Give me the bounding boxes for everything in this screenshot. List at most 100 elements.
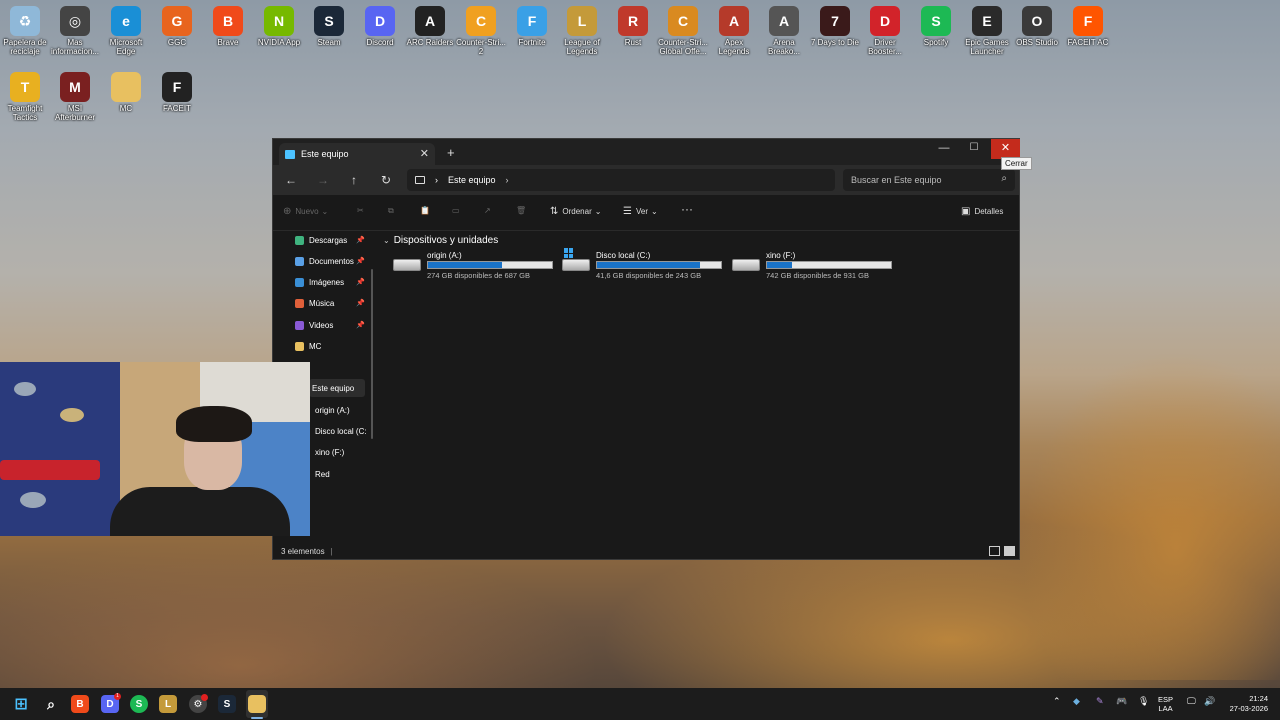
- desktop-icon[interactable]: F FACEIT AC: [1063, 0, 1113, 47]
- more-options-icon[interactable]: ···: [681, 202, 693, 216]
- drive-tile[interactable]: origin (A:) 274 GB disponibles de 687 GB: [393, 251, 563, 281]
- windows-logo-icon: [564, 248, 574, 258]
- view-button[interactable]: ☰ Ver ⌄: [623, 206, 658, 217]
- close-tab-icon[interactable]: ✕: [420, 147, 429, 160]
- nav-item[interactable]: Descargas 📌: [273, 231, 367, 249]
- brave-icon[interactable]: B: [71, 695, 89, 713]
- steam-icon[interactable]: S: [218, 695, 236, 713]
- navigation-scrollbar[interactable]: [371, 269, 373, 439]
- back-arrow-icon[interactable]: ←: [283, 172, 299, 188]
- close-window-button[interactable]: ✕: [991, 139, 1020, 159]
- drive-usage-bar: [596, 261, 722, 269]
- volume-icon[interactable]: 🔊: [1204, 696, 1215, 707]
- desktop-icon[interactable]: e Microsoft Edge: [101, 0, 151, 56]
- start-button-icon[interactable]: ⊞: [12, 695, 30, 713]
- desktop-icon-label: MC: [119, 104, 133, 113]
- copy-icon[interactable]: ⧉: [388, 206, 394, 216]
- desktop-icon-label: Counter-Stri... Global Offe...: [658, 38, 708, 56]
- file-explorer-icon[interactable]: [248, 695, 266, 713]
- tiles-view-icon[interactable]: [1004, 546, 1015, 556]
- desktop-icon[interactable]: M MSI Afterburner: [50, 66, 100, 122]
- desktop-icon[interactable]: ♻ Papelera de reciclaje: [0, 0, 50, 56]
- nav-item[interactable]: Este equipo: [309, 379, 365, 397]
- desktop-icon[interactable]: S Steam: [304, 0, 354, 47]
- desktop-icon[interactable]: R Rust: [608, 0, 658, 47]
- desktop-icon[interactable]: MC: [101, 66, 151, 113]
- nav-item[interactable]: Imágenes 📌: [273, 273, 367, 291]
- spotify-icon[interactable]: S: [130, 695, 148, 713]
- desktop-icon[interactable]: A Apex Legends: [709, 0, 759, 56]
- nav-item[interactable]: MC: [273, 337, 367, 355]
- app-icon: L: [567, 6, 597, 36]
- app-icon: D: [365, 6, 395, 36]
- league-of-legends-icon[interactable]: L: [159, 695, 177, 713]
- desktop-icon[interactable]: E Epic Games Launcher: [962, 0, 1012, 56]
- desktop-icon-label: FACEIT: [162, 104, 191, 113]
- steam-tray-icon[interactable]: ◆: [1073, 696, 1080, 707]
- maximize-button[interactable]: ☐: [959, 139, 989, 159]
- up-arrow-icon[interactable]: ↑: [346, 172, 362, 188]
- item-count: 3 elementos: [281, 546, 325, 556]
- chevron-up-icon[interactable]: ⌃: [1053, 696, 1061, 707]
- desktop-icon[interactable]: ◎ Mas informacion...: [50, 0, 100, 56]
- paste-icon[interactable]: 📋: [420, 206, 430, 215]
- details-view-icon[interactable]: [989, 546, 1000, 556]
- nav-item[interactable]: Música 📌: [273, 294, 367, 312]
- tab-este-equipo[interactable]: Este equipo ✕: [279, 143, 435, 165]
- nav-item[interactable]: Videos 📌: [273, 316, 367, 334]
- view-label: Ver: [635, 207, 648, 216]
- desktop-icon[interactable]: T Teamfight Tactics: [0, 66, 50, 122]
- app-icon: N: [264, 6, 294, 36]
- nav-item-label: Este equipo: [312, 383, 355, 393]
- rename-icon[interactable]: ▭: [452, 206, 460, 215]
- desktop-icon[interactable]: C Counter-Stri... 2: [456, 0, 506, 56]
- search-input[interactable]: Buscar en Este equipo ⌕: [843, 169, 1015, 191]
- desktop-icon-label: Mas informacion...: [50, 38, 100, 56]
- desktop-icon[interactable]: L League of Legends: [557, 0, 607, 56]
- desktop-icon[interactable]: N NVIDIA App: [254, 0, 304, 47]
- details-button[interactable]: ▣ Detalles: [961, 206, 1003, 217]
- controller-icon[interactable]: 🎮: [1116, 696, 1127, 707]
- share-icon[interactable]: ↗: [484, 206, 491, 215]
- sort-button[interactable]: ⇅ Ordenar ⌄: [550, 206, 601, 217]
- clock[interactable]: 21:24 27-03-2026: [1222, 694, 1268, 714]
- search-icon[interactable]: ⌕: [42, 695, 60, 713]
- desktop-icon[interactable]: D Driver Booster...: [860, 0, 910, 56]
- drive-name: xino (F:): [766, 251, 796, 260]
- cut-icon[interactable]: ✂: [357, 206, 364, 215]
- desktop-icon[interactable]: C Counter-Stri... Global Offe...: [658, 0, 708, 56]
- desktop-icon[interactable]: F Fortnite: [507, 0, 557, 47]
- app-icon: ♻: [10, 6, 40, 36]
- microphone-icon[interactable]: 🎙: [1138, 696, 1149, 707]
- breadcrumb-chevron-icon[interactable]: ›: [506, 175, 509, 185]
- desktop-icon[interactable]: D Discord: [355, 0, 405, 47]
- forward-arrow-icon[interactable]: →: [315, 172, 331, 188]
- delete-icon[interactable]: 🗑: [516, 206, 526, 215]
- drive-tile[interactable]: xino (F:) 742 GB disponibles de 931 GB: [732, 251, 902, 281]
- desktop-icon[interactable]: O OBS Studio: [1012, 0, 1062, 47]
- new-button[interactable]: ⊕ Nuevo ⌄: [283, 206, 328, 217]
- address-bar[interactable]: › Este equipo ›: [407, 169, 835, 191]
- group-header[interactable]: ⌄ Dispositivos y unidades: [383, 235, 498, 246]
- breadcrumb-chevron-icon[interactable]: ›: [435, 175, 438, 185]
- breadcrumb-este-equipo[interactable]: Este equipo: [448, 175, 496, 185]
- folder-icon: [295, 277, 304, 287]
- nav-item[interactable]: Documentos 📌: [273, 252, 367, 270]
- desktop-icon[interactable]: B Brave: [203, 0, 253, 47]
- app-icon: A: [415, 6, 445, 36]
- network-icon[interactable]: 🖵: [1187, 696, 1196, 707]
- language-indicator[interactable]: ESP LAA: [1158, 695, 1173, 713]
- minimize-button[interactable]: —: [929, 139, 959, 159]
- drive-tile[interactable]: Disco local (C:) 41,6 GB disponibles de 2…: [562, 248, 732, 281]
- desktop-icon[interactable]: A ARC Raiders: [405, 0, 455, 47]
- desktop-icon[interactable]: A Arena Breako...: [759, 0, 809, 56]
- desktop-icon[interactable]: 7 7 Days to Die: [810, 0, 860, 47]
- folder-icon: [295, 298, 304, 308]
- desktop-icon[interactable]: G GGC: [152, 0, 202, 47]
- refresh-icon[interactable]: ↻: [378, 172, 394, 188]
- pen-tray-icon[interactable]: ✎: [1096, 696, 1104, 707]
- drive-name: Disco local (C:): [596, 251, 651, 260]
- desktop-icon[interactable]: F FACEIT: [152, 66, 202, 113]
- desktop-icon[interactable]: S Spotify: [911, 0, 961, 47]
- new-tab-button[interactable]: +: [447, 145, 455, 160]
